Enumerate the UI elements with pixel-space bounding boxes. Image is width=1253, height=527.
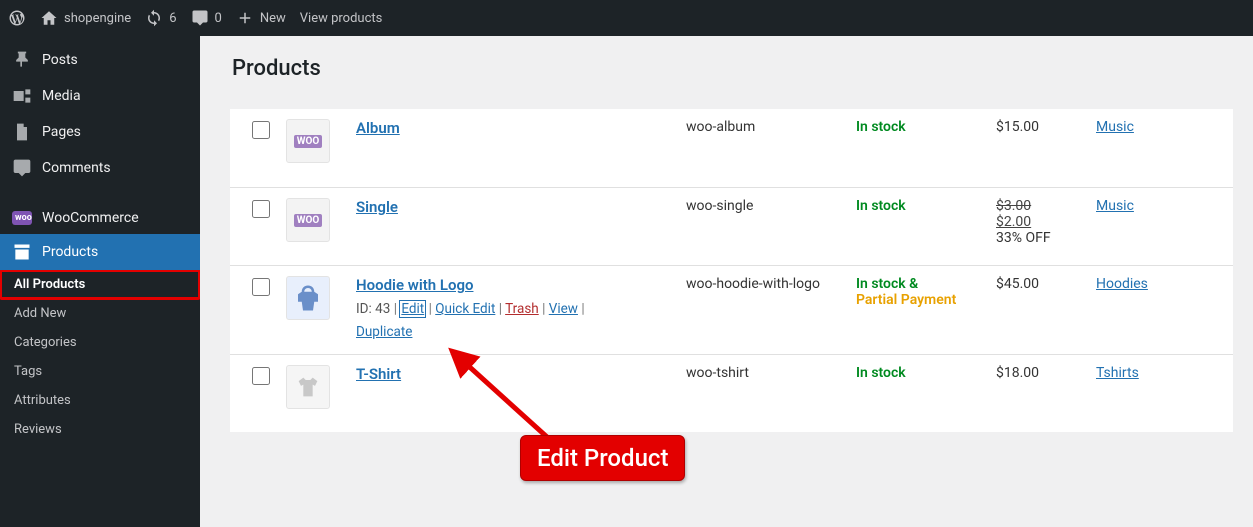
sidebar-item-products[interactable]: Products <box>0 234 200 270</box>
site-link[interactable]: shopengine <box>40 9 131 27</box>
view-products-label: View products <box>300 11 383 26</box>
product-thumb[interactable]: WOO <box>286 119 330 163</box>
table-row: Hoodie with Logo ID: 43 | Edit | Quick E… <box>230 265 1233 354</box>
stock-status: In stock <box>856 198 906 214</box>
comments-count: 0 <box>215 11 222 26</box>
product-sku: woo-tshirt <box>686 365 856 381</box>
product-price: $15.00 <box>996 119 1096 135</box>
home-icon <box>40 9 58 27</box>
product-thumb[interactable] <box>286 276 330 320</box>
product-price: $3.00 $2.00 33% OFF <box>996 198 1096 246</box>
price-new: $2.00 <box>996 214 1031 230</box>
product-thumb[interactable] <box>286 365 330 409</box>
product-title-link[interactable]: T-Shirt <box>356 365 401 383</box>
view-products-link[interactable]: View products <box>300 11 383 26</box>
sidebar-item-comments[interactable]: Comments <box>0 150 200 186</box>
submenu-label: Reviews <box>14 422 62 437</box>
sidebar-item-posts[interactable]: Posts <box>0 42 200 78</box>
comment-icon <box>12 158 32 178</box>
stock-status-extra: Partial Payment <box>856 292 956 308</box>
table-row: WOO Album woo-album In stock $15.00 Musi… <box>230 109 1233 187</box>
row-actions: ID: 43 | Edit | Quick Edit | Trash | Vie… <box>356 298 686 344</box>
comments-link[interactable]: 0 <box>191 9 222 27</box>
table-row: WOO Single woo-single In stock $3.00 $2.… <box>230 187 1233 265</box>
submenu-reviews[interactable]: Reviews <box>0 415 200 444</box>
product-price: $45.00 <box>996 276 1096 292</box>
site-name: shopengine <box>64 11 131 26</box>
row-checkbox[interactable] <box>252 121 270 139</box>
row-checkbox[interactable] <box>252 278 270 296</box>
new-label: New <box>260 11 286 26</box>
sidebar-item-label: Comments <box>42 160 111 176</box>
category-link[interactable]: Music <box>1096 119 1134 135</box>
product-sku: woo-hoodie-with-logo <box>686 276 856 292</box>
row-checkbox[interactable] <box>252 367 270 385</box>
sidebar-item-label: Posts <box>42 52 78 68</box>
product-price: $18.00 <box>996 365 1096 381</box>
page-icon <box>12 122 32 142</box>
submenu-tags[interactable]: Tags <box>0 357 200 386</box>
updates-link[interactable]: 6 <box>145 9 176 27</box>
sidebar-item-pages[interactable]: Pages <box>0 114 200 150</box>
admin-sidebar: Posts Media Pages Comments woo WooCommer… <box>0 36 200 527</box>
row-action-duplicate[interactable]: Duplicate <box>356 324 412 340</box>
row-action-view[interactable]: View <box>549 301 578 317</box>
stock-status: In stock & <box>856 276 918 292</box>
main-content: Products WOO Album woo-album In stock $1… <box>200 36 1253 527</box>
row-action-edit[interactable]: Edit <box>400 301 425 317</box>
category-link[interactable]: Tshirts <box>1096 365 1139 381</box>
sidebar-item-label: Pages <box>42 124 81 140</box>
submenu-label: Categories <box>14 335 77 350</box>
row-action-trash[interactable]: Trash <box>505 301 539 317</box>
annotation-label: Edit Product <box>520 435 685 481</box>
stock-status: In stock <box>856 365 906 381</box>
media-icon <box>12 86 32 106</box>
wp-logo[interactable] <box>8 9 26 27</box>
price-old: $3.00 <box>996 198 1031 214</box>
stock-status: In stock <box>856 119 906 135</box>
sidebar-item-label: WooCommerce <box>42 210 139 226</box>
submenu-attributes[interactable]: Attributes <box>0 386 200 415</box>
price-discount: 33% OFF <box>996 230 1051 246</box>
submenu-add-new[interactable]: Add New <box>0 299 200 328</box>
product-title-link[interactable]: Album <box>356 119 400 137</box>
product-sku: woo-single <box>686 198 856 214</box>
submenu-categories[interactable]: Categories <box>0 328 200 357</box>
submenu-label: All Products <box>14 277 85 292</box>
plus-icon <box>236 9 254 27</box>
new-link[interactable]: New <box>236 9 286 27</box>
wordpress-icon <box>8 9 26 27</box>
refresh-icon <box>145 9 163 27</box>
products-submenu: All Products Add New Categories Tags Att… <box>0 270 200 444</box>
sidebar-item-label: Products <box>42 244 98 260</box>
page-title: Products <box>230 56 1233 81</box>
submenu-all-products[interactable]: All Products <box>0 270 200 299</box>
updates-count: 6 <box>169 11 176 26</box>
products-table: WOO Album woo-album In stock $15.00 Musi… <box>230 109 1233 432</box>
product-title-link[interactable]: Hoodie with Logo <box>356 276 473 294</box>
row-id: ID: 43 <box>356 301 390 317</box>
sidebar-item-woocommerce[interactable]: woo WooCommerce <box>0 202 200 234</box>
submenu-label: Tags <box>14 364 42 379</box>
sidebar-item-label: Media <box>42 88 81 104</box>
admin-topbar: shopengine 6 0 New View products <box>0 0 1253 36</box>
category-link[interactable]: Hoodies <box>1096 276 1148 292</box>
category-link[interactable]: Music <box>1096 198 1134 214</box>
comment-icon <box>191 9 209 27</box>
row-checkbox[interactable] <box>252 200 270 218</box>
product-sku: woo-album <box>686 119 856 135</box>
table-row: T-Shirt woo-tshirt In stock $18.00 Tshir… <box>230 354 1233 432</box>
woo-icon: woo <box>12 211 32 225</box>
submenu-label: Attributes <box>14 393 71 408</box>
pin-icon <box>12 50 32 70</box>
submenu-label: Add New <box>14 306 66 321</box>
archive-icon <box>12 242 32 262</box>
row-action-quick-edit[interactable]: Quick Edit <box>435 301 495 317</box>
sidebar-item-media[interactable]: Media <box>0 78 200 114</box>
product-thumb[interactable]: WOO <box>286 198 330 242</box>
product-title-link[interactable]: Single <box>356 198 398 216</box>
